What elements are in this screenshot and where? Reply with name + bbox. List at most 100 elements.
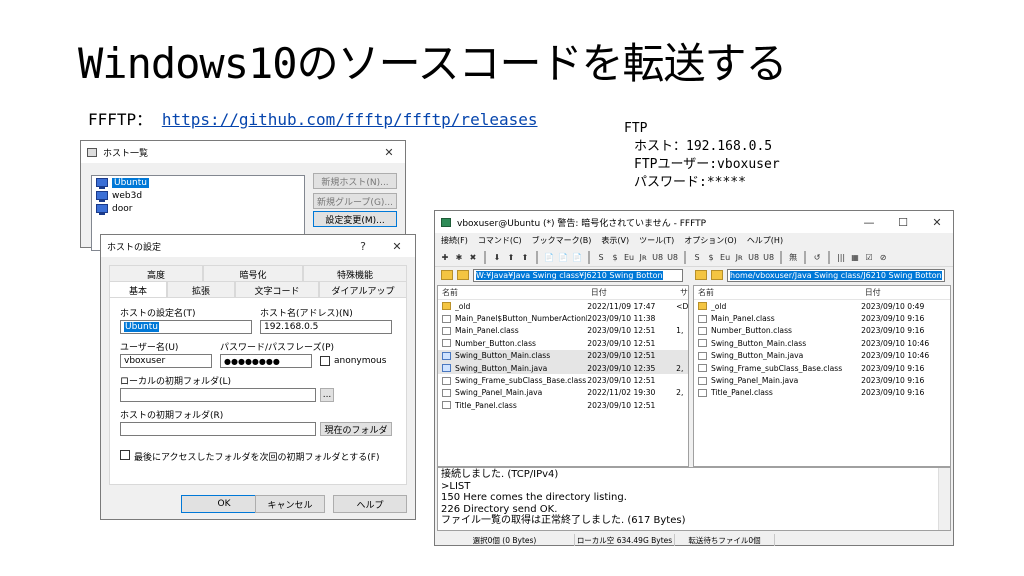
- maximize-icon[interactable]: ☐: [887, 211, 919, 233]
- toolbar-button-icon[interactable]: Jʀ: [637, 251, 649, 264]
- folder-open-icon[interactable]: [457, 270, 469, 280]
- toolbar-button-icon[interactable]: U8: [762, 251, 775, 264]
- folder-open-icon[interactable]: [711, 270, 723, 280]
- toolbar-separator: [588, 251, 590, 264]
- folder-icon[interactable]: [695, 270, 707, 280]
- file-row[interactable]: Number_Button.class 2023/09/10 9:16: [694, 325, 950, 337]
- host-settings-titlebar: ホストの設定 ? ✕: [101, 235, 415, 257]
- menu-item[interactable]: ブックマーク(B): [532, 235, 592, 246]
- tab-dialup[interactable]: ダイアルアップ: [319, 281, 407, 298]
- toolbar-button-icon[interactable]: ⬆: [505, 251, 517, 264]
- file-row[interactable]: Swing_Frame_subClass_Base.class 2023/09/1…: [438, 374, 688, 386]
- host-list-item[interactable]: Ubuntu: [92, 176, 304, 189]
- last-folder-checkbox[interactable]: [120, 450, 130, 460]
- toolbar-button-icon[interactable]: U8: [747, 251, 760, 264]
- toolbar-button-icon[interactable]: |||: [835, 251, 847, 264]
- host-setting-name-input[interactable]: Ubuntu: [120, 320, 252, 334]
- menu-item[interactable]: 接続(F): [441, 235, 468, 246]
- file-row[interactable]: Swing_Button_Main.java 2023/09/10 10:46: [694, 350, 950, 362]
- cancel-button[interactable]: キャンセル: [255, 495, 325, 513]
- menu-item[interactable]: コマンド(C): [478, 235, 522, 246]
- toolbar-button-icon[interactable]: U8: [651, 251, 664, 264]
- host-name-input[interactable]: 192.168.0.5: [260, 320, 392, 334]
- file-row[interactable]: Swing_Frame_subClass_Base.class 2023/09/1…: [694, 362, 950, 374]
- password-input[interactable]: ●●●●●●●●: [220, 354, 312, 368]
- local-path-input[interactable]: W:¥Java¥Java Swing class¥J6210 Swing Bot…: [473, 268, 683, 282]
- file-row[interactable]: Swing_Panel_Main.java 2023/09/10 9:16: [694, 374, 950, 386]
- tab-advanced[interactable]: 高度: [109, 265, 203, 282]
- menu-item[interactable]: 表示(V): [601, 235, 629, 246]
- tab-charset[interactable]: 文字コード: [235, 281, 319, 298]
- local-folder-input[interactable]: [120, 388, 316, 402]
- tab-special[interactable]: 特殊機能: [303, 265, 407, 282]
- minimize-icon[interactable]: —: [853, 211, 885, 233]
- file-row[interactable]: Swing_Button_Main.class 2023/09/10 10:46: [694, 337, 950, 349]
- tab-basic[interactable]: 基本: [109, 281, 167, 298]
- help-button[interactable]: ヘルプ: [333, 495, 407, 513]
- anonymous-checkbox[interactable]: [320, 356, 330, 366]
- toolbar-button-icon[interactable]: Jʀ: [733, 251, 745, 264]
- host-list-item[interactable]: web3d: [92, 189, 304, 202]
- host-list-item[interactable]: door: [92, 202, 304, 215]
- toolbar-button-icon[interactable]: ⬆: [519, 251, 531, 264]
- file-row[interactable]: Number_Button.class 2023/09/10 12:51: [438, 337, 688, 349]
- file-row[interactable]: Swing_Button_Main.class 2023/09/10 12:51: [438, 349, 688, 362]
- toolbar-button-icon[interactable]: 📄: [543, 251, 555, 264]
- file-row[interactable]: Main_Panel.class 2023/09/10 12:51 1,: [438, 325, 688, 337]
- file-row[interactable]: _old 2022/11/09 17:47 <D: [438, 300, 688, 312]
- file-row[interactable]: Main_Panel.class 2023/09/10 9:16: [694, 312, 950, 324]
- column-header-date[interactable]: 日付: [587, 287, 676, 298]
- edit-settings-button[interactable]: 設定変更(M)...: [313, 211, 397, 227]
- tab-extended[interactable]: 拡張: [167, 281, 235, 298]
- current-folder-button[interactable]: 現在のフォルダ: [320, 422, 392, 436]
- file-row[interactable]: Swing_Button_Main.java 2023/09/10 12:35 2,: [438, 361, 688, 375]
- toolbar-button-icon[interactable]: $: [609, 251, 621, 264]
- browse-button[interactable]: ...: [320, 388, 334, 402]
- column-header-name[interactable]: 名前: [438, 287, 587, 298]
- file-row[interactable]: Swing_Panel_Main.java 2022/11/02 19:30 2,: [438, 387, 688, 399]
- toolbar-button-icon[interactable]: $: [705, 251, 717, 264]
- help-icon[interactable]: ?: [347, 235, 379, 257]
- new-group-button[interactable]: 新規グループ(G)...: [313, 193, 397, 209]
- toolbar-button-icon[interactable]: 📄: [571, 251, 583, 264]
- host-folder-input[interactable]: [120, 422, 316, 436]
- menu-item[interactable]: オプション(O): [684, 235, 737, 246]
- log-scrollbar[interactable]: [938, 468, 950, 530]
- close-icon[interactable]: ✕: [921, 211, 953, 233]
- remote-path-input[interactable]: home/vboxuser/Java Swing class/J6210 Swi…: [727, 268, 945, 282]
- toolbar-button-icon[interactable]: ✚: [439, 251, 451, 264]
- file-row[interactable]: Title_Panel.class 2023/09/10 9:16: [694, 387, 950, 399]
- close-icon[interactable]: ✕: [381, 235, 413, 257]
- file-row[interactable]: Title_Panel.class 2023/09/10 12:51: [438, 399, 688, 411]
- toolbar-button-icon[interactable]: ✱: [453, 251, 465, 264]
- tab-encryption[interactable]: 暗号化: [203, 265, 303, 282]
- new-host-button[interactable]: 新規ホスト(N)...: [313, 173, 397, 189]
- column-header-size[interactable]: サ: [676, 287, 688, 298]
- ffftp-url-link[interactable]: https://github.com/ffftp/ffftp/releases: [162, 110, 538, 129]
- file-row[interactable]: Main_Panel$Button_NumberActionLi... 2023/…: [438, 312, 688, 324]
- file-name: Swing_Frame_subClass_Base.class: [455, 376, 587, 386]
- folder-icon[interactable]: [441, 270, 453, 280]
- toolbar-button-icon[interactable]: 📄: [557, 251, 569, 264]
- file-date: 2023/09/10 11:38: [587, 314, 656, 324]
- toolbar-button-icon[interactable]: S: [595, 251, 607, 264]
- user-name-input[interactable]: vboxuser: [120, 354, 212, 368]
- toolbar-button-icon[interactable]: 無: [787, 251, 799, 264]
- file-name: Main_Panel$Button_NumberActionLi...: [455, 314, 588, 324]
- toolbar-button-icon[interactable]: ▦: [849, 251, 861, 264]
- toolbar-button-icon[interactable]: ☑: [863, 251, 875, 264]
- column-header-date[interactable]: 日付: [861, 287, 950, 298]
- file-row[interactable]: _old 2023/09/10 0:49: [694, 300, 950, 312]
- toolbar-button-icon[interactable]: U8: [666, 251, 679, 264]
- close-icon[interactable]: ✕: [373, 141, 405, 163]
- menu-item[interactable]: ツール(T): [639, 235, 674, 246]
- toolbar-button-icon[interactable]: ✖: [467, 251, 479, 264]
- toolbar-button-icon[interactable]: ↺: [811, 251, 823, 264]
- toolbar-button-icon[interactable]: ⬇: [491, 251, 503, 264]
- menu-item[interactable]: ヘルプ(H): [747, 235, 783, 246]
- toolbar-button-icon[interactable]: Eu: [719, 251, 731, 264]
- toolbar-button-icon[interactable]: ⊘: [877, 251, 889, 264]
- column-header-name[interactable]: 名前: [694, 287, 861, 298]
- toolbar-button-icon[interactable]: S: [691, 251, 703, 264]
- toolbar-button-icon[interactable]: Eu: [623, 251, 635, 264]
